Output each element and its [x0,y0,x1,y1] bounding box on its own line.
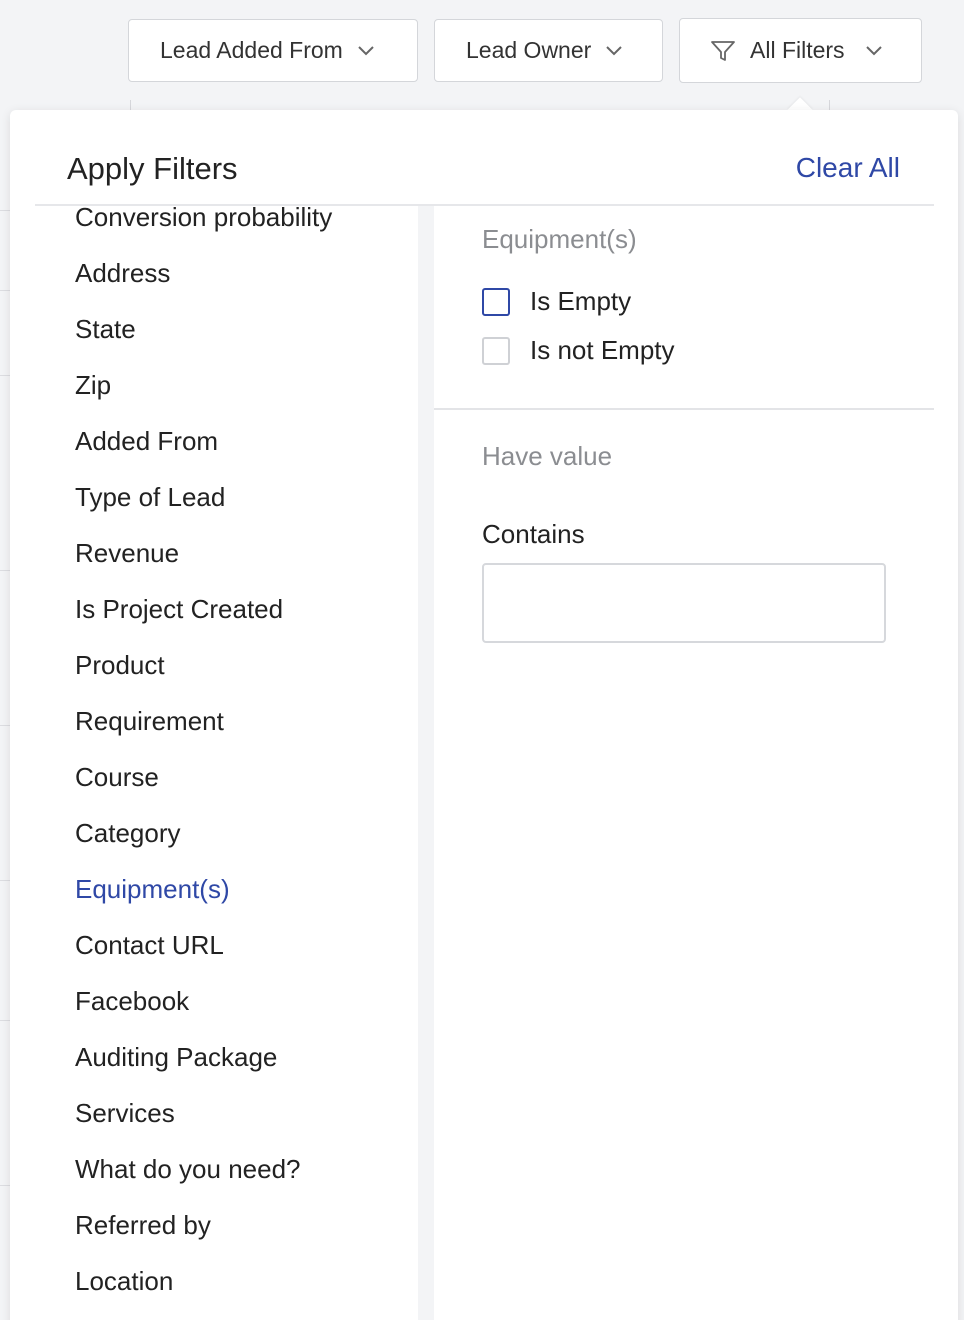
funnel-icon [710,39,736,63]
field-item-address[interactable]: Address [75,258,170,289]
field-item-course[interactable]: Course [75,762,159,793]
lead-owner-dropdown[interactable]: Lead Owner [434,19,663,82]
clear-all-button[interactable]: Clear All [796,152,900,184]
is-empty-checkbox[interactable] [482,287,510,316]
bg-divider [0,880,10,881]
detail-section-title: Equipment(s) [482,224,637,254]
chevron-down-icon [865,45,883,57]
is-empty-label: Is Empty [530,286,632,316]
page: Lead Added From Lead Owner All Filters A… [0,0,964,1320]
bg-divider [0,1020,10,1021]
field-list: Conversion probability Address State Zip Add… [35,206,418,1320]
field-item-referred-by[interactable]: Referred by [75,1210,211,1241]
lead-added-from-label: Lead Added From [160,37,343,63]
field-item-location[interactable]: Location [75,1266,173,1297]
bg-divider [0,725,10,726]
field-item-category[interactable]: Category [75,818,181,849]
field-item-contact-url[interactable]: Contact URL [75,930,224,961]
field-item-type-of-lead[interactable]: Type of Lead [75,482,225,513]
contains-input[interactable] [482,563,886,643]
filter-detail: Equipment(s) Is Empty Is not Empty Have … [434,206,934,1320]
field-item-services[interactable]: Services [75,1098,175,1129]
bg-divider [0,570,10,571]
field-item-requirement[interactable]: Requirement [75,706,224,737]
field-item-equipment-s[interactable]: Equipment(s) [75,874,230,905]
field-item-is-project-created[interactable]: Is Project Created [75,594,283,625]
is-not-empty-option[interactable]: Is not Empty [482,335,675,366]
detail-divider [434,408,934,410]
value-section-title: Have value [482,441,613,471]
panel-title: Apply Filters [67,151,238,186]
field-item-state[interactable]: State [75,314,136,345]
field-item-what-do-you-need[interactable]: What do you need? [75,1154,301,1185]
chevron-down-icon [605,45,623,57]
bg-divider [0,290,10,291]
is-not-empty-checkbox[interactable] [482,336,510,365]
chevron-down-icon [357,45,375,57]
bg-divider [0,210,10,211]
is-empty-option[interactable]: Is Empty [482,286,631,317]
field-item-facebook[interactable]: Facebook [75,986,189,1017]
bg-divider [0,375,10,376]
field-item-added-from[interactable]: Added From [75,426,218,457]
field-item-revenue[interactable]: Revenue [75,538,179,569]
all-filters-label: All Filters [750,37,845,63]
field-item-auditing-package[interactable]: Auditing Package [75,1042,277,1073]
filter-panel: Apply Filters Clear All Conversion proba… [10,110,958,1320]
is-not-empty-label: Is not Empty [530,335,675,365]
lead-owner-label: Lead Owner [466,37,592,63]
bg-divider [0,1185,10,1186]
lead-added-from-dropdown[interactable]: Lead Added From [128,19,418,82]
contains-label: Contains [482,519,585,549]
field-item-zip[interactable]: Zip [75,370,111,401]
column-separator [418,206,434,1320]
field-item-conversion-probability[interactable]: Conversion probability [75,206,332,233]
field-item-product[interactable]: Product [75,650,165,681]
all-filters-button[interactable]: All Filters [679,18,922,83]
